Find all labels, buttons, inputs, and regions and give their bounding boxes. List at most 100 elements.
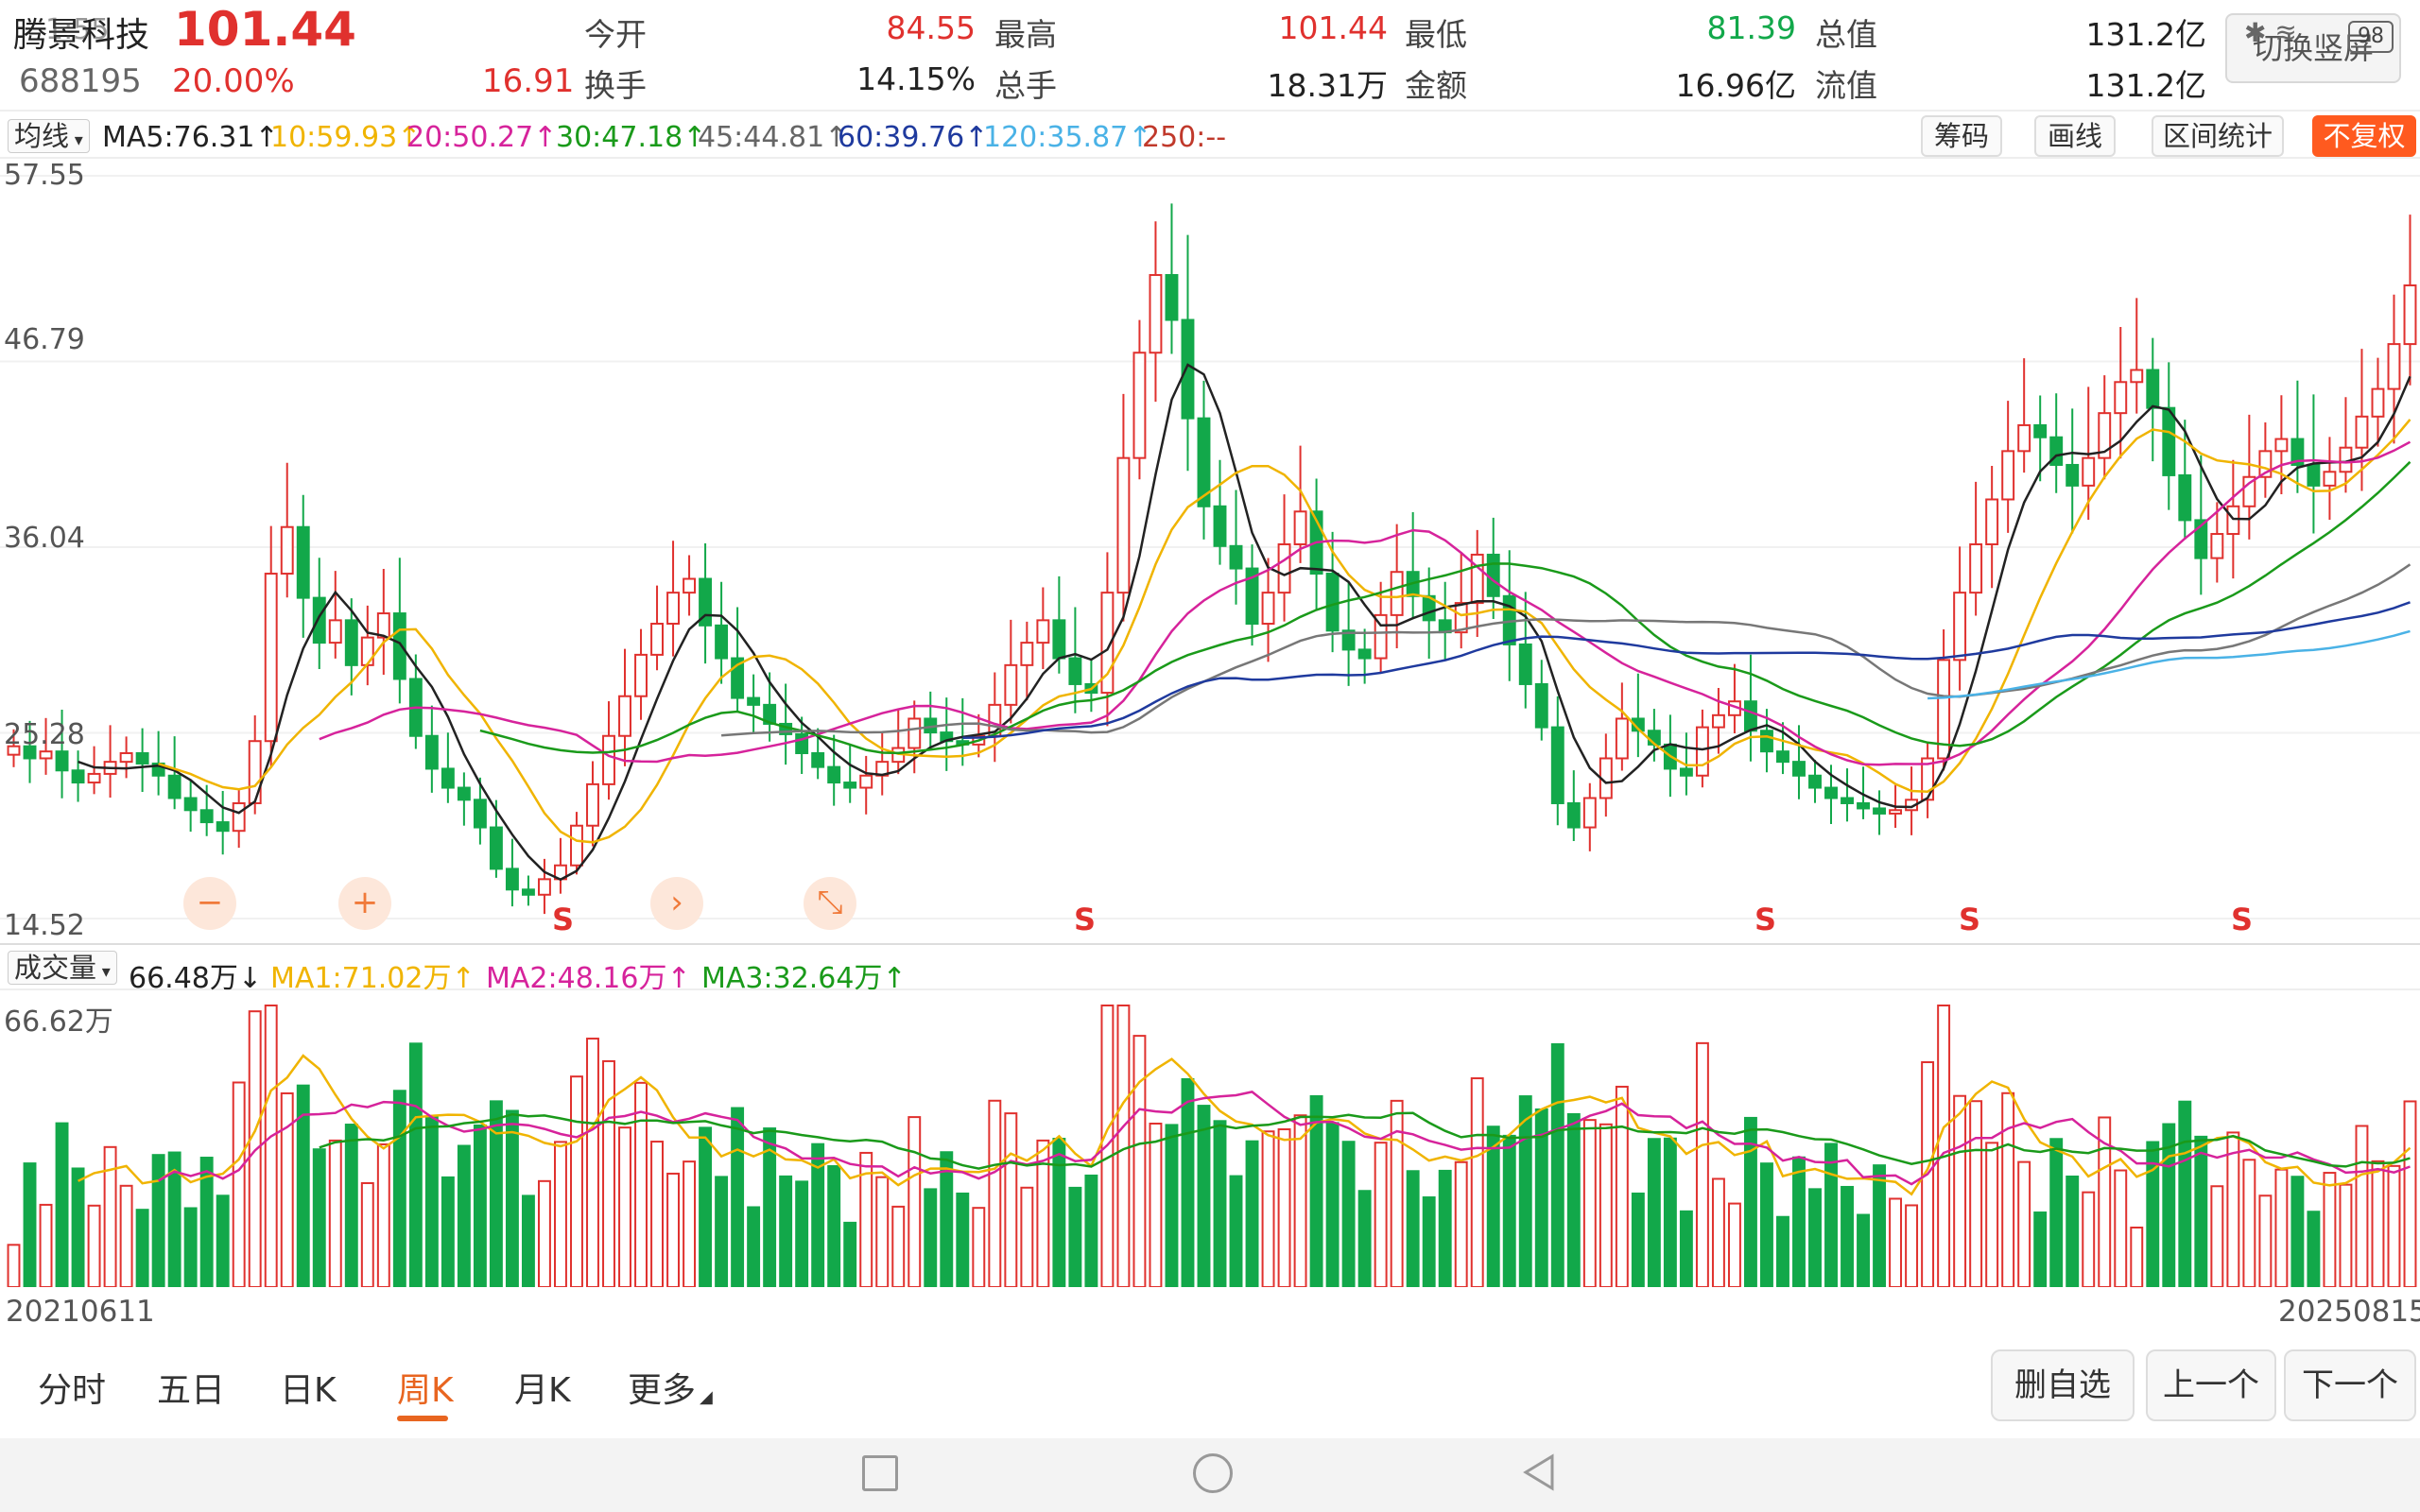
candle-body bbox=[199, 809, 214, 824]
next-arrow-button[interactable]: › bbox=[650, 877, 703, 930]
candle-body bbox=[843, 782, 857, 789]
candle-body bbox=[505, 868, 519, 891]
stat-label-high: 最高 bbox=[994, 16, 1057, 53]
volume-bar bbox=[7, 1244, 21, 1287]
volume-bar bbox=[586, 1038, 599, 1287]
candle-body bbox=[473, 799, 487, 829]
candle-body bbox=[650, 623, 664, 656]
ma-value: 10:59.93↑ bbox=[270, 121, 422, 154]
candle-body bbox=[715, 624, 729, 660]
candle-body bbox=[216, 821, 230, 833]
candle-body bbox=[1020, 642, 1034, 666]
volume-bar bbox=[1470, 1077, 1484, 1287]
previous-stock-button[interactable]: 上一个 bbox=[2146, 1349, 2276, 1421]
volume-bar bbox=[1776, 1215, 1789, 1287]
candle-body bbox=[2403, 284, 2417, 346]
volume-bar bbox=[1406, 1170, 1420, 1287]
y-tick-label: 36.04 bbox=[4, 522, 85, 555]
tab-five-day[interactable]: 五日 bbox=[157, 1363, 225, 1412]
candle-body bbox=[2274, 438, 2289, 453]
volume-bar bbox=[1647, 1138, 1661, 1287]
candle-body bbox=[521, 888, 535, 896]
stock-header: 腾景科技 1:55 101.44 688195 20.00% 16.91 今开 … bbox=[0, 0, 2420, 106]
tab-intraday[interactable]: 分时 bbox=[38, 1363, 106, 1412]
tab-monthly[interactable]: 月K bbox=[514, 1363, 571, 1412]
system-nav-bar bbox=[0, 1438, 2420, 1512]
candle-body bbox=[1792, 761, 1806, 777]
candle-body bbox=[1711, 713, 1725, 729]
volume-bar bbox=[1374, 1142, 1388, 1287]
volume-bar bbox=[1341, 1141, 1356, 1287]
candle-body bbox=[39, 750, 53, 760]
candle-body bbox=[1277, 542, 1291, 594]
candle-body bbox=[1486, 553, 1500, 597]
period-tabs: 分时 五日 日K 周K 月K 更多 ◢ 删自选 上一个 下一个 bbox=[0, 1334, 2420, 1438]
tab-more[interactable]: 更多 bbox=[628, 1363, 696, 1412]
candle-body bbox=[1132, 352, 1147, 459]
collapse-button[interactable]: ⤡ bbox=[804, 877, 856, 930]
sell-marker: S bbox=[552, 902, 575, 937]
ma-indicator-bar: 均线 ▾ MA5:76.31↑ 10:59.93↑ 20:50.27↑ 30:47.1… bbox=[0, 110, 2420, 159]
volume-bar bbox=[1711, 1177, 1725, 1287]
candle-body bbox=[1004, 663, 1018, 706]
ma-selector-dropdown[interactable]: 均线 ▾ bbox=[8, 119, 90, 153]
volume-bar bbox=[1905, 1204, 1919, 1287]
no-adjust-button[interactable]: 不复权 bbox=[2312, 115, 2416, 157]
stat-label-low: 最低 bbox=[1405, 16, 1467, 53]
candle-body bbox=[1857, 801, 1870, 810]
volume-bar bbox=[1969, 1100, 1983, 1287]
volume-bar bbox=[264, 1005, 278, 1287]
next-stock-button[interactable]: 下一个 bbox=[2284, 1349, 2416, 1421]
volume-bar bbox=[1004, 1112, 1018, 1287]
zoom-in-button[interactable]: + bbox=[338, 877, 391, 930]
candle-body bbox=[683, 577, 697, 594]
volume-bar bbox=[1454, 1160, 1468, 1287]
bluetooth-wifi-icon: ✱ ≋ bbox=[2244, 17, 2297, 48]
volume-bar bbox=[1438, 1169, 1452, 1287]
candle-body bbox=[2387, 343, 2401, 390]
candle-body bbox=[1743, 700, 1757, 732]
volume-bar bbox=[2242, 1159, 2256, 1287]
volume-bar bbox=[1245, 1140, 1259, 1287]
candle-body bbox=[1116, 456, 1131, 594]
stat-value-low: 81.39 bbox=[1706, 9, 1796, 46]
stat-label-turnover: 换手 bbox=[584, 67, 647, 104]
tab-daily[interactable]: 日K bbox=[280, 1363, 337, 1412]
volume-bar bbox=[2194, 1135, 2208, 1287]
tab-weekly[interactable]: 周K bbox=[397, 1363, 454, 1412]
candle-body bbox=[1889, 809, 1903, 815]
home-icon[interactable] bbox=[1193, 1453, 1233, 1493]
volume-selector-label: 成交量 bbox=[14, 952, 97, 984]
draw-line-button[interactable]: 画线 bbox=[2034, 115, 2116, 157]
volume-selector-dropdown[interactable]: 成交量 ▾ bbox=[8, 951, 117, 985]
candle-body bbox=[1953, 592, 1967, 662]
candle-body bbox=[264, 573, 278, 743]
volume-bar bbox=[183, 1207, 198, 1287]
candle-body bbox=[827, 765, 841, 784]
volume-bar bbox=[715, 1176, 729, 1287]
recents-icon[interactable] bbox=[862, 1455, 898, 1491]
volume-bar bbox=[924, 1188, 938, 1287]
volume-bar bbox=[1615, 1085, 1629, 1287]
candle-body bbox=[1679, 767, 1693, 777]
candle-body bbox=[489, 826, 503, 870]
candlestick-chart[interactable] bbox=[0, 157, 2420, 941]
stat-value-amount: 16.96亿 bbox=[1675, 67, 1796, 104]
back-icon[interactable] bbox=[1522, 1453, 1556, 1491]
volume-bar bbox=[489, 1100, 503, 1287]
volume-bar bbox=[1841, 1185, 1854, 1287]
volume-chart[interactable] bbox=[0, 987, 2420, 1287]
candle-body bbox=[87, 772, 101, 784]
candle-body bbox=[1229, 544, 1243, 570]
volume-bar bbox=[2226, 1131, 2240, 1287]
volume-bar bbox=[505, 1109, 519, 1287]
candle-body bbox=[232, 801, 246, 833]
chips-button[interactable]: 筹码 bbox=[1921, 115, 2002, 157]
range-stats-button[interactable]: 区间统计 bbox=[2152, 115, 2284, 157]
ma-value: MA5:76.31↑ bbox=[102, 121, 279, 154]
candle-body bbox=[618, 695, 631, 737]
remove-watchlist-button[interactable]: 删自选 bbox=[1991, 1349, 2135, 1421]
volume-max-label: 66.62万 bbox=[4, 1005, 113, 1039]
zoom-out-button[interactable]: − bbox=[183, 877, 236, 930]
volume-bar bbox=[2274, 1168, 2289, 1287]
